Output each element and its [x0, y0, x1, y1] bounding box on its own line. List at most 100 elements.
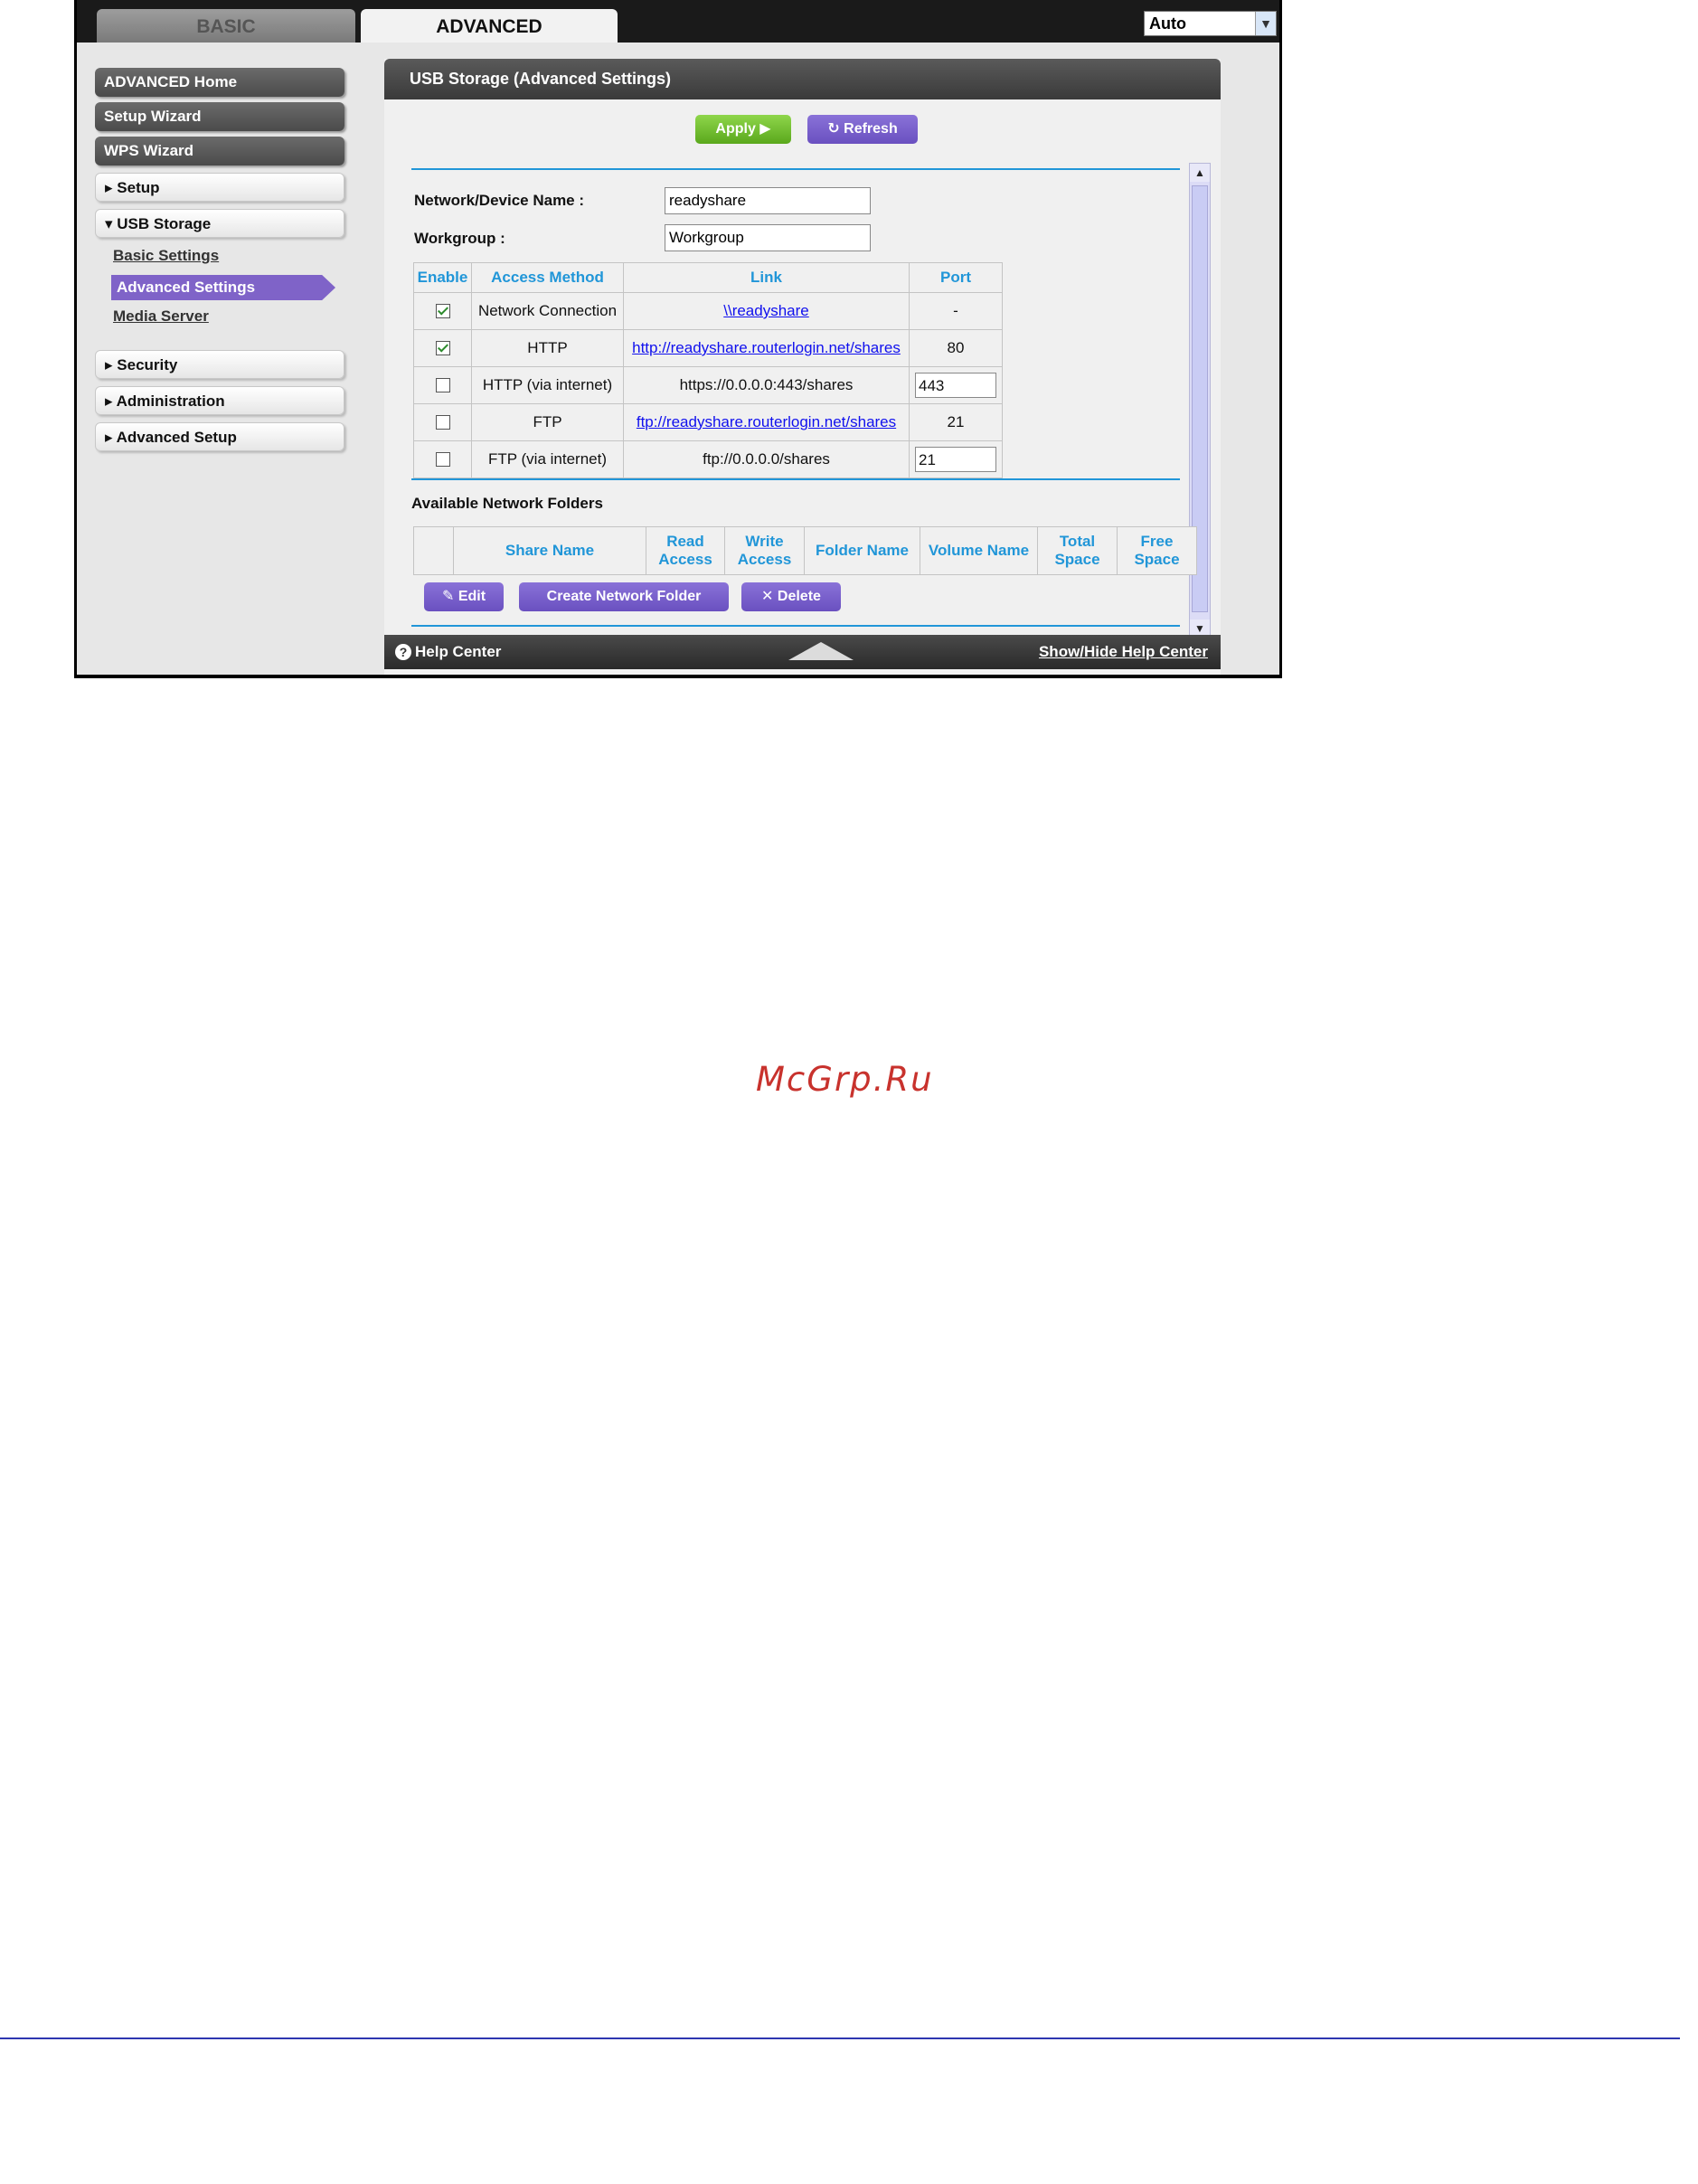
enable-cell — [413, 329, 472, 367]
divider — [411, 625, 1180, 627]
column-header: Enable — [413, 262, 472, 293]
sidebar-item-setup-wizard[interactable]: Setup Wizard — [95, 102, 344, 131]
tab-advanced[interactable]: ADVANCED — [361, 9, 618, 43]
port-cell: - — [909, 292, 1003, 330]
sidebar-item-administration[interactable]: ▸ Administration — [95, 386, 344, 415]
port-cell: 21 — [909, 403, 1003, 441]
port-cell: 443 — [909, 366, 1003, 404]
sidebar-subitem-basic-settings[interactable]: Basic Settings — [113, 247, 219, 265]
sidebar-item-advanced-setup[interactable]: ▸ Advanced Setup — [95, 422, 344, 451]
sidebar-item-label: Setup — [117, 179, 160, 196]
sidebar-item-wps-wizard[interactable]: WPS Wizard — [95, 137, 344, 165]
table-header-row: Enable Access Method Link Port — [413, 262, 1003, 293]
help-center-bar: ? Help Center Show/Hide Help Center — [384, 635, 1221, 669]
page-title: USB Storage (Advanced Settings) — [384, 59, 1221, 99]
access-method-cell: FTP (via internet) — [471, 440, 624, 478]
apply-label: Apply — [715, 121, 756, 137]
share-link[interactable]: ftp://readyshare.routerlogin.net/shares — [637, 413, 896, 430]
link-cell: http://readyshare.routerlogin.net/shares — [623, 329, 910, 367]
show-hide-help-link[interactable]: Show/Hide Help Center — [1039, 635, 1208, 669]
table-row: FTP (via internet) ftp://0.0.0.0/shares 21 — [413, 440, 1003, 478]
language-value: Auto — [1149, 14, 1186, 33]
help-icon: ? — [395, 644, 411, 660]
link-cell: ftp://readyshare.routerlogin.net/shares — [623, 403, 910, 441]
folders-title: Available Network Folders — [411, 495, 603, 512]
create-network-folder-button[interactable]: Create Network Folder — [519, 582, 729, 611]
port-input[interactable]: 443 — [915, 373, 996, 398]
column-header: Access Method — [471, 262, 624, 293]
refresh-button[interactable]: ↻ Refresh — [807, 115, 918, 144]
pencil-icon: ✎ — [441, 589, 455, 604]
apply-button[interactable]: Apply ▶ — [695, 115, 791, 144]
admin-window: BASIC ADVANCED Auto ▼ ADVANCED Home Setu… — [77, 0, 1279, 675]
enable-cell — [413, 440, 472, 478]
enable-checkbox[interactable] — [435, 414, 450, 430]
enable-checkbox[interactable] — [435, 340, 450, 355]
triangle-right-icon: ▸ — [105, 392, 113, 410]
sidebar-item-usb-storage[interactable]: ▾ USB Storage — [95, 209, 344, 238]
sidebar-item-label: Advanced Setup — [116, 429, 237, 446]
enable-checkbox[interactable] — [435, 303, 450, 318]
share-address: https://0.0.0.0:443/shares — [679, 376, 854, 393]
enable-checkbox[interactable] — [435, 451, 450, 467]
access-method-table: Enable Access Method Link Port Network C… — [413, 262, 1003, 478]
expand-arrow-icon[interactable] — [788, 642, 854, 660]
table-row: HTTP http://readyshare.routerlogin.net/sh… — [413, 329, 1003, 367]
device-name-input[interactable] — [665, 187, 871, 214]
enable-cell — [413, 292, 472, 330]
network-folders-table: Share Name Read Access Write Access Fold… — [413, 526, 1197, 575]
sidebar-item-security[interactable]: ▸ Security — [95, 350, 344, 379]
column-header — [413, 526, 454, 575]
sidebar: ADVANCED Home Setup Wizard WPS Wizard ▸ … — [86, 43, 348, 675]
access-method-cell: FTP — [471, 403, 624, 441]
column-header: Read Access — [646, 526, 725, 575]
access-method-cell: HTTP (via internet) — [471, 366, 624, 404]
sidebar-subitem-media-server[interactable]: Media Server — [113, 307, 209, 326]
device-name-label: Network/Device Name : — [414, 192, 585, 209]
link-cell: https://0.0.0.0:443/shares — [623, 366, 910, 404]
link-cell: \\readyshare — [623, 292, 910, 330]
triangle-right-icon: ▸ — [105, 179, 113, 196]
refresh-icon: ↻ — [827, 121, 840, 137]
router-admin-screenshot: BASIC ADVANCED Auto ▼ ADVANCED Home Setu… — [74, 0, 1282, 678]
tab-basic[interactable]: BASIC — [97, 9, 355, 43]
table-row: Network Connection \\readyshare - — [413, 292, 1003, 330]
sidebar-item-setup[interactable]: ▸ Setup — [95, 173, 344, 202]
sidebar-item-advanced-home[interactable]: ADVANCED Home — [95, 68, 344, 97]
access-method-cell: HTTP — [471, 329, 624, 367]
main-panel: USB Storage (Advanced Settings) Apply ▶ … — [384, 59, 1221, 675]
sidebar-subitem-advanced-settings[interactable]: Advanced Settings — [111, 275, 335, 300]
sidebar-item-label: Security — [117, 356, 178, 373]
edit-button[interactable]: ✎ Edit — [424, 582, 504, 611]
port-cell: 21 — [909, 440, 1003, 478]
top-tab-bar: BASIC ADVANCED Auto ▼ — [77, 0, 1279, 43]
workgroup-label: Workgroup : — [414, 230, 505, 247]
language-select[interactable]: Auto ▼ — [1144, 11, 1277, 36]
column-header: Free Space — [1117, 526, 1197, 575]
triangle-right-icon: ▸ — [105, 356, 113, 373]
enable-checkbox[interactable] — [435, 377, 450, 392]
port-cell: 80 — [909, 329, 1003, 367]
workgroup-input[interactable] — [665, 224, 871, 251]
share-link[interactable]: http://readyshare.routerlogin.net/shares — [632, 339, 901, 356]
table-row: HTTP (via internet) https://0.0.0.0:443/s… — [413, 366, 1003, 404]
enable-cell — [413, 403, 472, 441]
delete-button[interactable]: ✕ Delete — [741, 582, 841, 611]
page-divider — [0, 2037, 1680, 2039]
help-center-label: Help Center — [415, 643, 502, 660]
chevron-down-icon[interactable]: ▼ — [1255, 12, 1276, 35]
column-header: Share Name — [453, 526, 646, 575]
triangle-down-icon: ▾ — [105, 215, 113, 232]
scroll-up-icon[interactable]: ▲ — [1190, 164, 1210, 182]
link-cell: ftp://0.0.0.0/shares — [623, 440, 910, 478]
column-header: Write Access — [724, 526, 805, 575]
enable-cell — [413, 366, 472, 404]
share-link[interactable]: \\readyshare — [723, 302, 809, 319]
refresh-label: Refresh — [844, 121, 898, 137]
access-method-cell: Network Connection — [471, 292, 624, 330]
close-icon: ✕ — [761, 589, 774, 604]
triangle-right-icon: ▸ — [105, 429, 113, 446]
table-row: FTP ftp://readyshare.routerlogin.net/shar… — [413, 403, 1003, 441]
divider — [411, 478, 1180, 480]
port-input[interactable]: 21 — [915, 447, 996, 472]
